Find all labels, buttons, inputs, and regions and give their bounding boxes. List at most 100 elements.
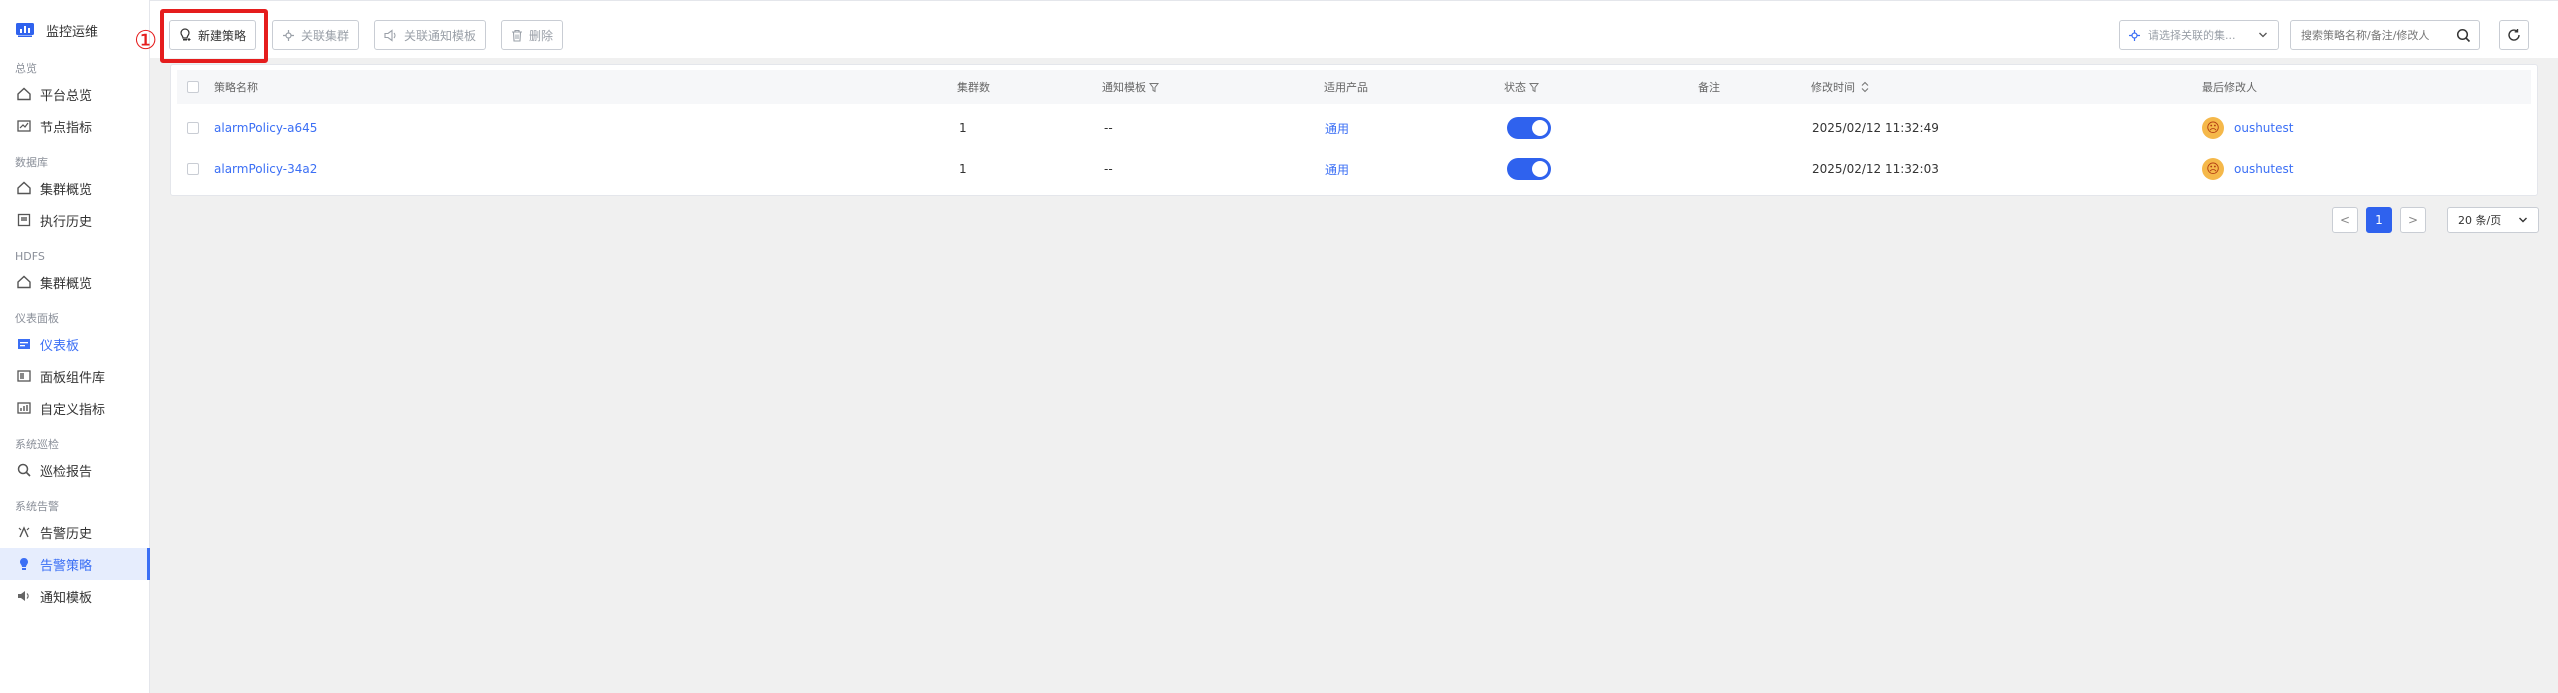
row-checkbox[interactable] xyxy=(187,149,199,189)
sidebar-group-overview: 总览 xyxy=(15,62,37,75)
cluster-count: 1 xyxy=(959,121,967,135)
link-template-button[interactable]: 关联通知模板 xyxy=(374,20,487,50)
avatar: ☹ xyxy=(2202,117,2224,139)
page-size-select[interactable]: 20 条/页 xyxy=(2447,207,2539,233)
template-value: -- xyxy=(1104,162,1113,176)
col-modifier: 最后修改人 xyxy=(2202,81,2257,94)
link-cluster-button[interactable]: 关联集群 xyxy=(272,20,360,50)
sidebar-item-label: 平台总览 xyxy=(40,88,93,104)
home-icon xyxy=(16,274,32,290)
filter-icon[interactable] xyxy=(1529,82,1539,93)
page-1-button[interactable]: 1 xyxy=(2366,207,2392,233)
cluster-select-placeholder: 请选择关联的集... xyxy=(2148,29,2236,42)
product-link[interactable]: 通用 xyxy=(1325,149,1349,189)
sidebar-item-alarm-policy[interactable]: 告警策略 xyxy=(0,548,150,580)
filter-icon[interactable] xyxy=(1149,82,1159,93)
sidebar-group-inspection: 系统巡检 xyxy=(15,438,59,451)
sidebar-item-notify-template[interactable]: 通知模板 xyxy=(0,580,149,612)
table-row: alarmPolicy-a645 1 -- 通用 2025/02/12 11:3… xyxy=(177,108,2531,148)
sidebar-item-label: 节点指标 xyxy=(40,120,93,136)
sidebar-item-label: 集群概览 xyxy=(40,182,93,198)
status-toggle[interactable] xyxy=(1507,108,1551,148)
sidebar-item-panel-library[interactable]: 面板组件库 xyxy=(0,360,149,392)
new-policy-label: 新建策略 xyxy=(198,28,247,43)
sidebar-item-inspection-report[interactable]: 巡检报告 xyxy=(0,454,149,486)
search-icon[interactable] xyxy=(2456,28,2471,43)
sidebar-item-label: 通知模板 xyxy=(40,590,93,606)
search-input[interactable] xyxy=(2301,28,2451,42)
prev-page-button[interactable]: < xyxy=(2332,207,2358,233)
link-template-label: 关联通知模板 xyxy=(404,28,477,43)
sidebar-item-node-metrics[interactable]: 节点指标 xyxy=(0,110,149,142)
main-content: ① 新建策略 关联集群 关联通知模板 删除 请选择关联的集... 搜索策略名称/… xyxy=(134,0,2558,693)
refresh-button[interactable] xyxy=(2499,20,2529,50)
sidebar-group-alarms: 系统告警 xyxy=(15,500,59,513)
app-title[interactable]: 监控运维 xyxy=(0,12,149,48)
bulb-plus-icon xyxy=(180,28,191,41)
speaker-icon xyxy=(384,28,396,42)
next-page-button[interactable]: > xyxy=(2400,207,2426,233)
delete-button[interactable]: 删除 xyxy=(501,20,564,50)
col-status: 状态 xyxy=(1504,70,1539,104)
col-template-label: 通知模板 xyxy=(1102,81,1146,94)
modifier-cell: ☹ oushutest xyxy=(2202,149,2293,189)
modified-time: 2025/02/12 11:32:03 xyxy=(1812,162,1939,176)
sidebar-item-label: 自定义指标 xyxy=(40,402,106,418)
col-remark: 备注 xyxy=(1698,81,1720,94)
sidebar-item-custom-metrics[interactable]: 自定义指标 xyxy=(0,392,149,424)
sidebar-item-label: 面板组件库 xyxy=(40,370,106,386)
sidebar-group-hdfs: HDFS xyxy=(15,250,45,263)
sidebar-item-label: 执行历史 xyxy=(40,214,93,230)
chevron-down-icon xyxy=(2519,217,2527,223)
sidebar-item-hdfs-cluster-overview[interactable]: 集群概览 xyxy=(0,266,149,298)
new-policy-button[interactable]: 新建策略 xyxy=(169,20,257,50)
delete-label: 删除 xyxy=(529,28,554,43)
speaker-icon xyxy=(16,588,32,604)
select-all-checkbox[interactable] xyxy=(187,70,199,104)
sidebar-item-label: 仪表板 xyxy=(40,338,80,354)
avatar: ☹ xyxy=(2202,158,2224,180)
chevron-down-icon xyxy=(2259,32,2267,38)
table-header: 策略名称 集群数 通知模板 适用产品 状态 备注 修改时间 最后修改人 xyxy=(177,70,2531,104)
chart-icon xyxy=(16,118,32,134)
sidebar-item-platform-overview[interactable]: 平台总览 xyxy=(0,78,149,110)
policy-name-link[interactable]: alarmPolicy-34a2 xyxy=(214,149,317,189)
library-icon xyxy=(16,368,32,384)
product-link[interactable]: 通用 xyxy=(1325,108,1349,148)
link-cluster-label: 关联集群 xyxy=(301,28,350,43)
bulb-icon xyxy=(16,556,32,572)
col-status-label: 状态 xyxy=(1504,81,1526,94)
modifier-link[interactable]: oushutest xyxy=(2234,162,2293,176)
metrics-icon xyxy=(16,400,32,416)
cluster-count: 1 xyxy=(959,162,967,176)
app-title-label: 监控运维 xyxy=(46,24,99,40)
sidebar-item-cluster-overview[interactable]: 集群概览 xyxy=(0,172,149,204)
alarm-history-icon xyxy=(16,524,32,540)
history-icon xyxy=(16,212,32,228)
refresh-icon xyxy=(2508,29,2520,41)
policy-name-link[interactable]: alarmPolicy-a645 xyxy=(214,108,317,148)
sidebar-item-label: 告警策略 xyxy=(40,558,93,574)
search-box xyxy=(2290,20,2480,50)
modifier-link[interactable]: oushutest xyxy=(2234,121,2293,135)
modified-time: 2025/02/12 11:32:49 xyxy=(1812,121,1939,135)
trash-icon xyxy=(512,29,522,42)
dashboard-icon xyxy=(16,336,32,352)
template-value: -- xyxy=(1104,121,1113,135)
col-clusters: 集群数 xyxy=(957,81,990,94)
row-checkbox[interactable] xyxy=(187,108,199,148)
cluster-icon xyxy=(283,29,294,41)
home-icon xyxy=(16,86,32,102)
status-toggle[interactable] xyxy=(1507,149,1551,189)
sidebar-item-dashboard[interactable]: 仪表板 xyxy=(0,328,149,360)
step-marker: ① xyxy=(134,26,158,56)
monitor-app-icon xyxy=(16,23,34,37)
sidebar-item-alarm-history[interactable]: 告警历史 xyxy=(0,516,149,548)
toolbar: ① 新建策略 关联集群 关联通知模板 删除 请选择关联的集... xyxy=(134,0,2558,63)
sidebar-item-exec-history[interactable]: 执行历史 xyxy=(0,204,149,236)
home-icon xyxy=(16,180,32,196)
sidebar-item-label: 告警历史 xyxy=(40,526,93,542)
cluster-select[interactable]: 请选择关联的集... xyxy=(2119,20,2279,50)
sort-icon[interactable] xyxy=(1860,81,1870,93)
sidebar-item-label: 巡检报告 xyxy=(40,464,93,480)
